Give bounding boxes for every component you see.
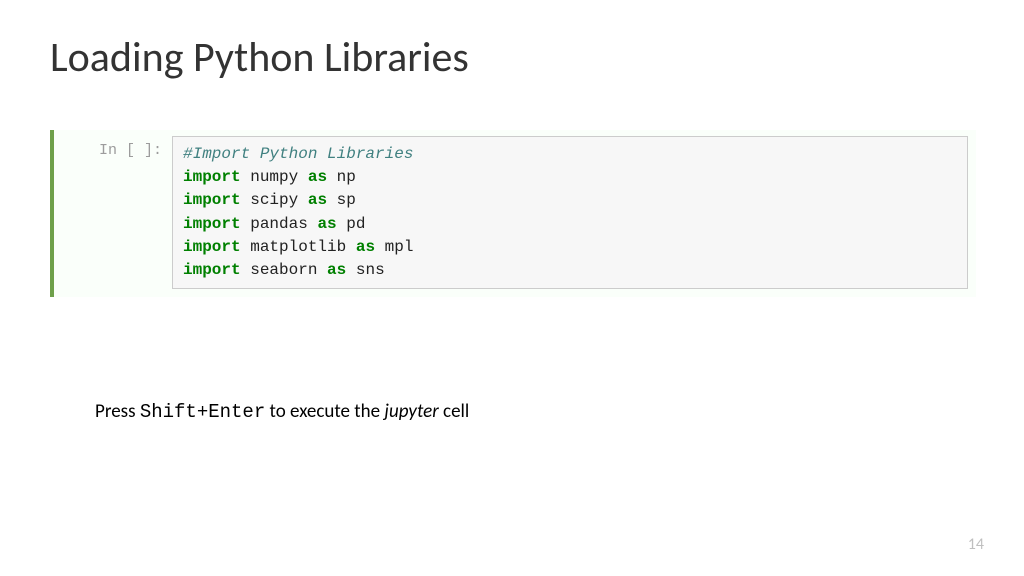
code-line: import pandas as pd — [183, 213, 957, 236]
keyboard-shortcut: Shift+Enter — [140, 401, 265, 423]
code-line: import seaborn as sns — [183, 259, 957, 282]
code-input[interactable]: #Import Python Libraries import numpy as… — [172, 136, 968, 289]
code-line: import scipy as sp — [183, 189, 957, 212]
code-comment: #Import Python Libraries — [183, 143, 957, 166]
code-line: import numpy as np — [183, 166, 957, 189]
jupyter-cell: In [ ]: #Import Python Libraries import … — [50, 130, 976, 297]
instruction-text: Press Shift+Enter to execute the jupyter… — [95, 400, 469, 423]
cell-prompt: In [ ]: — [62, 136, 172, 159]
slide-title: Loading Python Libraries — [50, 32, 469, 83]
page-number: 14 — [968, 535, 984, 554]
code-line: import matplotlib as mpl — [183, 236, 957, 259]
